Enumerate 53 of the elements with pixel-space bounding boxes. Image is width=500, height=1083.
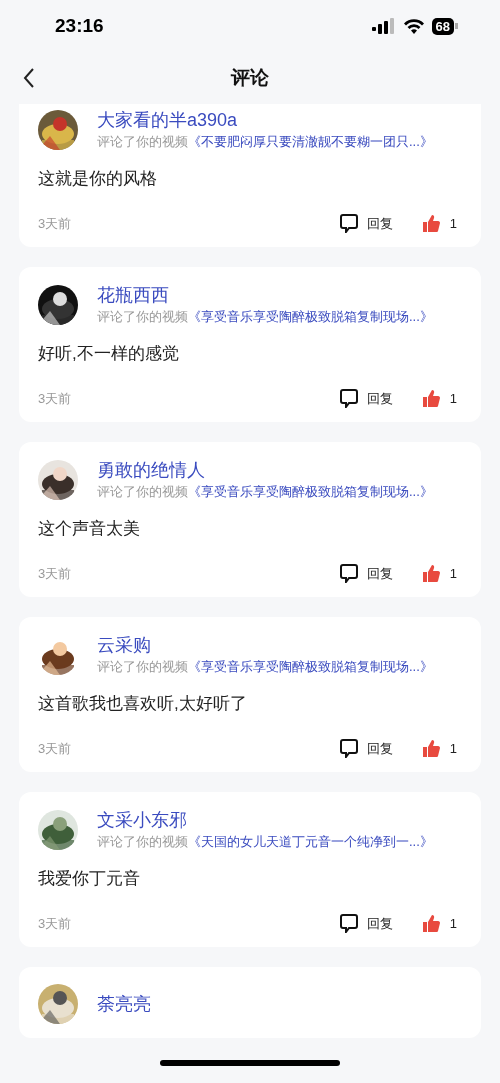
comment-icon[interactable] <box>339 914 358 933</box>
comment-text: 这首歌我也喜欢听,太好听了 <box>38 693 248 715</box>
comment-context: 评论了你的视频《天国的女儿天道丁元音一个纯净到一...》 <box>97 833 433 851</box>
back-icon[interactable] <box>22 67 36 89</box>
comment-text: 这就是你的风格 <box>38 168 158 190</box>
signal-icon <box>371 18 396 34</box>
user-name[interactable]: 勇敢的绝情人 <box>97 459 433 481</box>
comment-icon[interactable] <box>339 214 358 233</box>
like-count: 1 <box>449 566 457 581</box>
like-count: 1 <box>449 216 457 231</box>
reply-label[interactable]: 回复 <box>366 914 393 933</box>
comment-context: 评论了你的视频《不要肥闷厚只要清澈靓不要糊一团只...》 <box>97 133 433 151</box>
clock: 23:16 <box>55 15 104 37</box>
comment-context: 评论了你的视频《享受音乐享受陶醉极致脱箱复制现场...》 <box>97 658 433 676</box>
comment-icon[interactable] <box>339 389 358 408</box>
thumbs-up-icon[interactable] <box>422 390 440 407</box>
comment-icon[interactable] <box>339 564 358 583</box>
comment-text: 我爱你丁元音 <box>38 868 141 890</box>
reply-label[interactable]: 回复 <box>366 564 393 583</box>
battery-tip-icon <box>455 23 458 29</box>
thumbs-up-icon[interactable] <box>422 565 440 582</box>
comment-time: 3天前 <box>38 914 73 933</box>
wifi-icon <box>403 18 424 34</box>
reply-label[interactable]: 回复 <box>366 739 393 758</box>
user-name[interactable]: 文采小东邪 <box>97 809 433 831</box>
comment-icon[interactable] <box>339 739 358 758</box>
user-name[interactable]: 大家看的半a390a <box>97 109 433 131</box>
comment-context: 评论了你的视频《享受音乐享受陶醉极致脱箱复制现场...》 <box>97 308 433 326</box>
video-link[interactable]: 《天国的女儿天道丁元音一个纯净到一...》 <box>188 834 433 849</box>
video-link[interactable]: 《不要肥闷厚只要清澈靓不要糊一团只...》 <box>188 134 433 149</box>
comment-time: 3天前 <box>38 214 73 233</box>
video-link[interactable]: 《享受音乐享受陶醉极致脱箱复制现场...》 <box>188 484 433 499</box>
comment-time: 3天前 <box>38 389 73 408</box>
user-name[interactable]: 云采购 <box>97 634 433 656</box>
comment-context: 评论了你的视频《享受音乐享受陶醉极致脱箱复制现场...》 <box>97 483 433 501</box>
battery-level: 68 <box>431 17 454 35</box>
thumbs-up-icon[interactable] <box>422 215 440 232</box>
user-name[interactable]: 花瓶西西 <box>97 284 433 306</box>
video-link[interactable]: 《享受音乐享受陶醉极致脱箱复制现场...》 <box>188 659 433 674</box>
like-count: 1 <box>449 391 457 406</box>
video-link[interactable]: 《享受音乐享受陶醉极致脱箱复制现场...》 <box>188 309 433 324</box>
thumbs-up-icon[interactable] <box>422 740 440 757</box>
user-name[interactable]: 荼亮亮 <box>97 993 151 1015</box>
reply-label[interactable]: 回复 <box>366 389 393 408</box>
comment-text: 好听,不一样的感觉 <box>38 343 180 365</box>
page-title: 评论 <box>231 66 269 90</box>
comment-text: 这个声音太美 <box>38 518 141 540</box>
thumbs-up-icon[interactable] <box>422 915 440 932</box>
like-count: 1 <box>449 741 457 756</box>
comment-time: 3天前 <box>38 739 73 758</box>
reply-label[interactable]: 回复 <box>366 214 393 233</box>
comment-time: 3天前 <box>38 564 73 583</box>
like-count: 1 <box>449 916 457 931</box>
